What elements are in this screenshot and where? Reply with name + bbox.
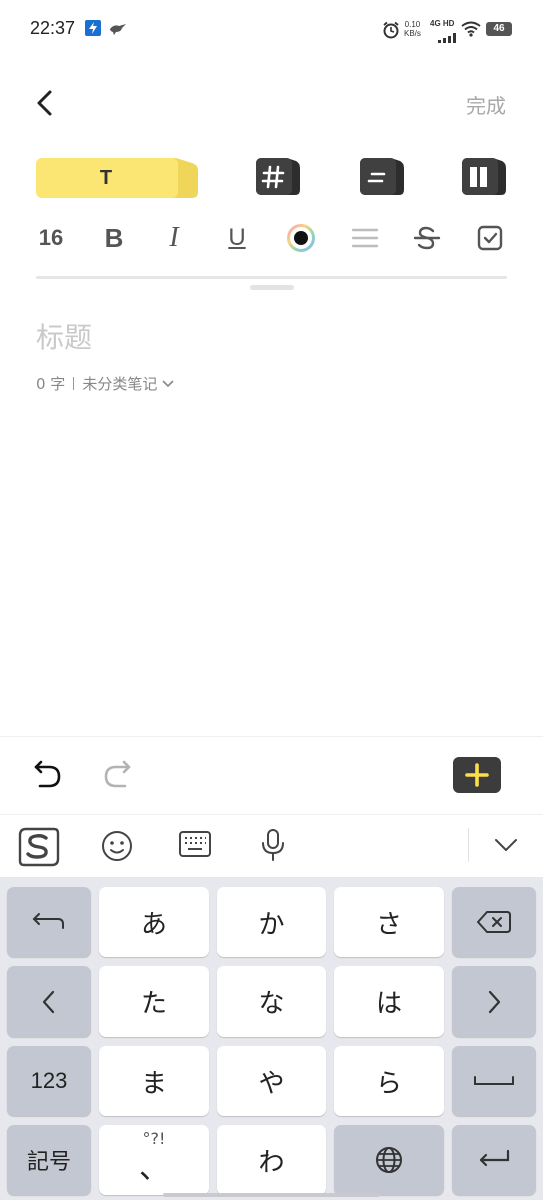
ime-logo-button[interactable] (18, 825, 60, 871)
net-speed-value: 0.10 (404, 20, 421, 29)
checkbox-icon (477, 225, 503, 251)
undo-button[interactable] (32, 758, 64, 794)
redo-icon (104, 760, 131, 788)
alarm-icon (382, 21, 400, 43)
word-count: 0 字 (36, 375, 66, 393)
chevron-right-icon (488, 990, 501, 1013)
signal-icon (438, 28, 456, 47)
key-ra[interactable]: ら (334, 1046, 444, 1116)
plus-icon (465, 763, 489, 787)
strikethrough-icon (413, 226, 441, 250)
undo-icon (34, 760, 61, 788)
backspace-icon (477, 911, 511, 933)
home-indicator[interactable] (163, 1193, 380, 1197)
meta-separator (73, 377, 75, 390)
strikethrough-button[interactable] (412, 220, 442, 256)
keyboard-switch-button[interactable] (178, 830, 212, 864)
title-input[interactable]: 标题 (36, 316, 92, 356)
net-speed: 0.10 KB/s (404, 20, 421, 38)
key-a[interactable]: あ (99, 887, 209, 957)
back-button[interactable] (30, 85, 62, 121)
symbols-key[interactable]: 記号 (7, 1125, 91, 1195)
undo-input-key[interactable] (7, 887, 91, 957)
backspace-key[interactable] (452, 887, 536, 957)
key-ha[interactable]: は (334, 966, 444, 1037)
chevron-down-icon (162, 379, 174, 387)
space-key[interactable] (452, 1046, 536, 1116)
status-bar: 22:37 0.10 KB/s 4G HD 46 (0, 0, 543, 60)
key-ta[interactable]: た (99, 966, 209, 1037)
space-icon (474, 1076, 514, 1085)
voice-input-button[interactable] (258, 828, 288, 866)
chevron-left-icon (42, 990, 55, 1013)
battery-indicator: 46 (486, 22, 512, 36)
undo-arrow-icon (32, 913, 64, 929)
toolbar-divider (36, 276, 507, 279)
status-time: 22:37 (30, 18, 76, 38)
align-button[interactable] (350, 220, 380, 256)
enter-icon (479, 1149, 510, 1167)
key-na[interactable]: な (217, 966, 326, 1037)
italic-button[interactable]: I (160, 220, 188, 256)
add-button[interactable] (453, 757, 501, 793)
category-selector[interactable]: 未分类笔记 (82, 373, 175, 394)
tab-layout-style[interactable] (462, 158, 506, 200)
tab-text-style[interactable]: T (36, 158, 198, 198)
hide-keyboard-button[interactable] (492, 834, 520, 860)
cursor-right-key[interactable] (452, 966, 536, 1037)
note-meta: 0 字 未分类笔记 (36, 373, 175, 394)
emoji-icon (102, 831, 132, 861)
toolbar-top-border (0, 736, 543, 737)
keyboard-icon (179, 831, 211, 857)
key-sa[interactable]: さ (334, 887, 444, 957)
columns-icon (462, 158, 506, 195)
chevron-left-icon (37, 90, 52, 116)
punctuation-bottom-label: 、 (139, 1151, 169, 1186)
language-switch-key[interactable] (334, 1125, 444, 1195)
enter-key[interactable] (452, 1125, 536, 1195)
underline-button[interactable]: U (223, 220, 251, 256)
keyboard: あ か さ た な は 123 ま や ら 記号 °?! 、 わ (0, 877, 543, 1200)
redo-button[interactable] (101, 758, 133, 794)
key-ya[interactable]: や (217, 1046, 326, 1116)
key-ka[interactable]: か (217, 887, 326, 957)
tab-text-style-label: T (99, 167, 113, 189)
done-button[interactable]: 完成 (466, 90, 506, 119)
chevron-down-icon (495, 839, 517, 851)
app-notification-icon (85, 20, 101, 40)
align-icon (360, 158, 404, 195)
globe-icon (376, 1147, 402, 1173)
collapse-handle[interactable] (250, 285, 294, 290)
key-wa[interactable]: わ (217, 1125, 326, 1195)
punctuation-key[interactable]: °?! 、 (99, 1125, 209, 1195)
sogou-logo-icon (18, 827, 60, 867)
color-picker-icon (287, 224, 315, 252)
emoji-button[interactable] (100, 829, 134, 867)
text-color-button[interactable] (285, 220, 317, 256)
bold-button[interactable]: B (100, 220, 128, 256)
checkbox-button[interactable] (475, 220, 505, 256)
wifi-icon (461, 21, 481, 41)
net-speed-unit: KB/s (404, 29, 421, 38)
key-ma[interactable]: ま (99, 1046, 209, 1116)
tab-list-style[interactable] (360, 158, 404, 200)
bird-notification-icon (108, 21, 128, 40)
network-type: 4G HD (430, 19, 455, 28)
toolbar-separator (468, 828, 469, 862)
category-label: 未分类笔记 (82, 375, 158, 393)
numeric-key[interactable]: 123 (7, 1046, 91, 1116)
tab-heading-style[interactable] (256, 158, 300, 200)
microphone-icon (262, 829, 284, 861)
align-icon (351, 228, 379, 248)
cursor-left-key[interactable] (7, 966, 91, 1037)
font-size-button[interactable]: 16 (36, 220, 66, 256)
hash-icon (256, 158, 300, 195)
